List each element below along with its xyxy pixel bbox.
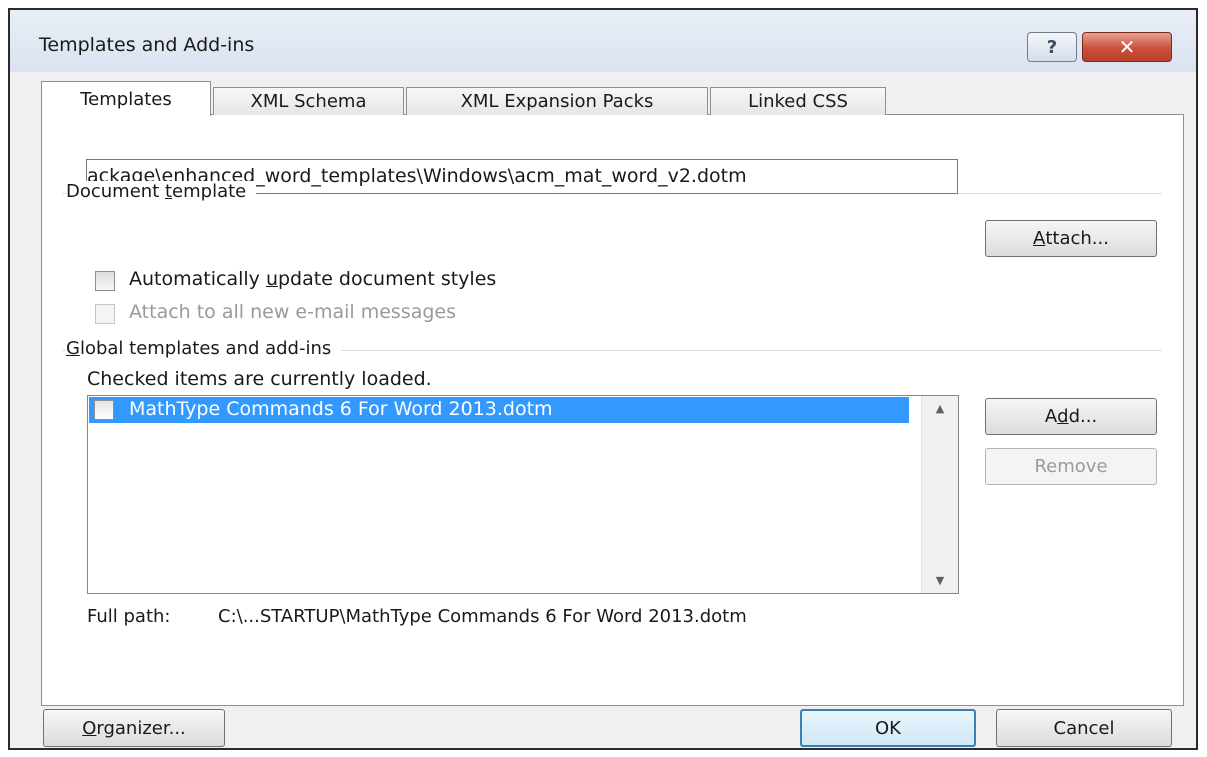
auto-update-styles-checkbox[interactable]: [95, 271, 115, 291]
templates-tab-panel: Document template ackage\enhanced_word_t…: [41, 114, 1184, 706]
templates-addins-dialog: Templates and Add-ins ? ✕ Templates XML …: [8, 8, 1198, 750]
auto-update-styles-label: Automatically update document styles: [129, 268, 497, 290]
scroll-up-icon[interactable]: ▲: [922, 402, 958, 415]
ok-button[interactable]: OK: [800, 709, 976, 747]
tab-label: Templates: [80, 88, 172, 110]
help-button[interactable]: ?: [1027, 32, 1077, 62]
global-templates-list[interactable]: MathType Commands 6 For Word 2013.dotm ▲…: [87, 395, 959, 594]
full-path-value: C:\...STARTUP\MathType Commands 6 For Wo…: [218, 606, 747, 627]
list-scrollbar[interactable]: ▲ ▼: [921, 396, 958, 593]
tab-templates[interactable]: Templates: [41, 81, 211, 116]
tab-label: XML Schema: [250, 91, 367, 112]
list-item-label: MathType Commands 6 For Word 2013.dotm: [129, 398, 553, 420]
full-path-label: Full path:: [87, 606, 171, 627]
remove-button[interactable]: Remove: [985, 448, 1157, 485]
cancel-button[interactable]: Cancel: [996, 709, 1172, 747]
list-item[interactable]: MathType Commands 6 For Word 2013.dotm: [89, 397, 909, 423]
close-icon: ✕: [1118, 35, 1136, 59]
global-templates-label: Global templates and add-ins: [66, 338, 342, 359]
attach-to-email-checkbox[interactable]: [95, 304, 115, 324]
list-item-checkbox[interactable]: [94, 400, 114, 420]
close-button[interactable]: ✕: [1082, 32, 1172, 62]
tab-label: XML Expansion Packs: [460, 91, 654, 112]
loaded-items-note: Checked items are currently loaded.: [87, 368, 432, 390]
title-bar[interactable]: Templates and Add-ins ? ✕: [10, 10, 1196, 72]
organizer-button[interactable]: Organizer...: [43, 709, 225, 747]
tab-label: Linked CSS: [748, 91, 848, 112]
attach-to-email-label: Attach to all new e-mail messages: [129, 301, 456, 323]
scroll-down-icon[interactable]: ▼: [922, 574, 958, 587]
tab-xml-schema[interactable]: XML Schema: [213, 87, 404, 115]
window-title: Templates and Add-ins: [39, 34, 255, 56]
document-template-label: Document template: [66, 181, 257, 202]
add-button[interactable]: Ad d...: [985, 398, 1157, 435]
help-icon: ?: [1046, 36, 1058, 58]
tab-linked-css[interactable]: Linked CSS: [710, 87, 886, 115]
tab-xml-expansion-packs[interactable]: XML Expansion Packs: [406, 87, 708, 115]
dialog-client-area: Templates XML Schema XML Expansion Packs…: [10, 72, 1196, 748]
attach-button[interactable]: Attach...: [985, 220, 1157, 257]
